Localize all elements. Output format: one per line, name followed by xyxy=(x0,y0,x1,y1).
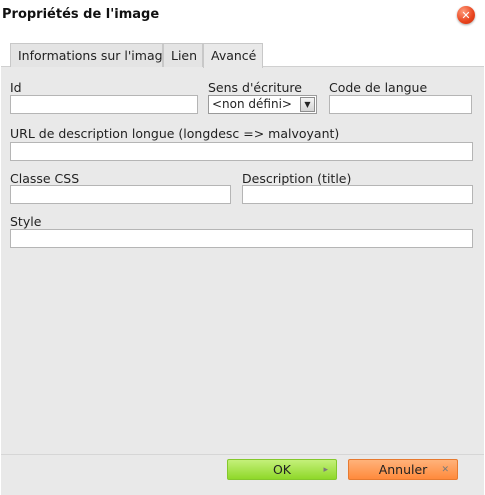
ok-button[interactable]: OK ▸ xyxy=(227,459,337,480)
chevron-down-icon[interactable]: ▼ xyxy=(300,97,315,112)
direction-select[interactable]: <non défini> ▼ xyxy=(208,95,317,114)
id-label: Id xyxy=(10,80,22,95)
title-label: Description (title) xyxy=(242,171,352,186)
direction-label: Sens d'écriture xyxy=(208,80,302,95)
dialog-titlebar[interactable]: Propriétés de l'image ✕ xyxy=(0,0,485,31)
lang-code-field[interactable] xyxy=(329,95,472,114)
css-class-field[interactable] xyxy=(10,185,231,204)
id-field[interactable] xyxy=(10,95,198,114)
ok-button-label: OK xyxy=(272,462,292,477)
cancel-button[interactable]: Annuler ✕ xyxy=(348,459,458,480)
tab-image-info[interactable]: Informations sur l'image xyxy=(10,43,170,67)
longdesc-label: URL de description longue (longdesc => m… xyxy=(10,126,340,141)
dialog-title: Propriétés de l'image xyxy=(2,7,160,22)
tab-advanced[interactable]: Avancé xyxy=(203,43,263,68)
cross-icon: ✕ xyxy=(441,465,449,475)
title-field[interactable] xyxy=(242,185,473,204)
arrow-right-icon: ▸ xyxy=(323,465,328,475)
image-properties-dialog: Propriétés de l'image ✕ Informations sur… xyxy=(0,0,485,495)
tab-link[interactable]: Lien xyxy=(163,43,203,67)
style-field[interactable] xyxy=(10,229,473,248)
style-label: Style xyxy=(10,214,42,229)
css-class-label: Classe CSS xyxy=(10,171,80,186)
direction-select-value: <non défini> xyxy=(212,97,292,111)
lang-code-label: Code de langue xyxy=(329,80,428,95)
close-icon[interactable]: ✕ xyxy=(457,6,475,24)
cancel-button-label: Annuler xyxy=(378,462,428,477)
longdesc-field[interactable] xyxy=(10,142,473,161)
tab-panel-advanced xyxy=(1,66,484,455)
